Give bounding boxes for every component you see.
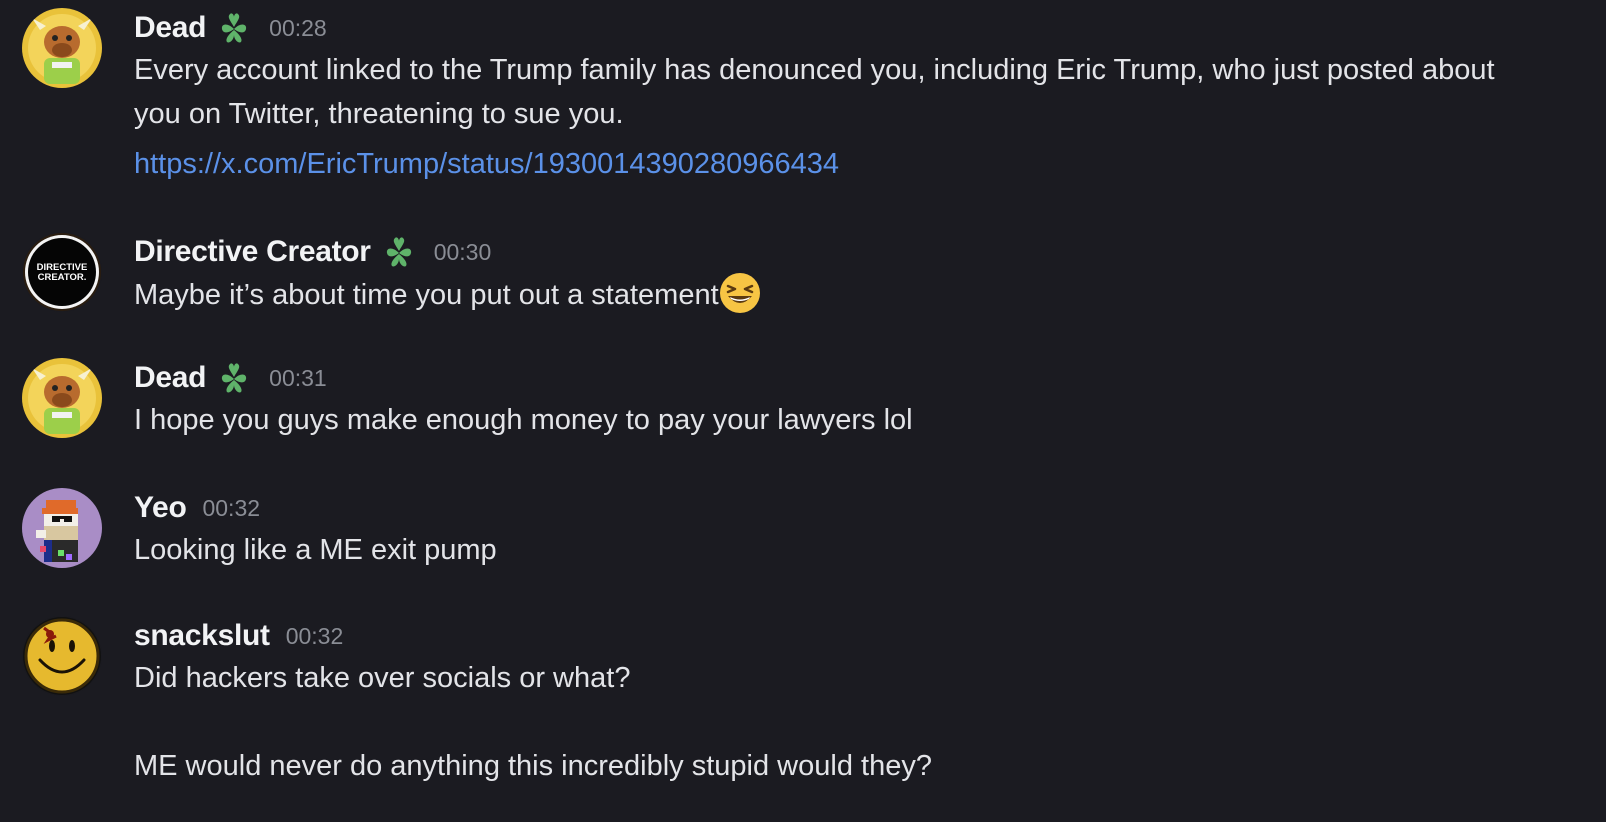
message-header: Dead 00:28 — [134, 8, 327, 48]
message-link[interactable]: https://x.com/EricTrump/status/193001439… — [134, 142, 1534, 186]
leaf-heart-icon[interactable] — [380, 233, 418, 271]
message-header: snackslut 00:32 — [134, 616, 343, 656]
message-text: Looking like a ME exit pump — [134, 534, 497, 566]
user-avatar[interactable]: DIRECTIVE CREATOR. — [22, 232, 102, 312]
message-header: Dead 00:31 — [134, 358, 327, 398]
timestamp[interactable]: 00:31 — [269, 365, 327, 392]
smiley-avatar-icon — [22, 616, 102, 696]
message-content: Every account linked to the Trump family… — [134, 48, 1534, 186]
message-text: Maybe it’s about time you put out a stat… — [134, 272, 1534, 317]
user-avatar[interactable] — [22, 616, 102, 696]
pixel-avatar-icon — [22, 488, 102, 568]
timestamp[interactable]: 00:32 — [202, 495, 260, 522]
timestamp[interactable]: 00:30 — [434, 239, 492, 266]
bull-avatar-icon — [22, 358, 102, 438]
user-avatar[interactable] — [22, 488, 102, 568]
message-text-content: Maybe it’s about time you put out a stat… — [134, 279, 719, 311]
username[interactable]: Dead — [134, 361, 206, 395]
leaf-heart-icon[interactable] — [215, 9, 253, 47]
message-content: I hope you guys make enough money to pay… — [134, 398, 1534, 442]
timestamp[interactable]: 00:32 — [286, 623, 344, 650]
username[interactable]: Dead — [134, 11, 206, 45]
message-text: Did hackers take over socials or what? — [134, 662, 631, 694]
leaf-heart-icon[interactable] — [215, 359, 253, 397]
timestamp[interactable]: 00:28 — [269, 15, 327, 42]
message-content: Looking like a ME exit pump — [134, 528, 1534, 572]
message-text: I hope you guys make enough money to pay… — [134, 404, 913, 436]
username[interactable]: Directive Creator — [134, 235, 371, 269]
message-content: Maybe it’s about time you put out a stat… — [134, 272, 1534, 317]
user-avatar[interactable] — [22, 8, 102, 88]
message-header: Yeo 00:32 — [134, 488, 260, 528]
message-header: Directive Creator 00:30 — [134, 232, 491, 272]
chat-message-list: Dead 00:28 Every account linked to the T… — [0, 0, 1606, 822]
bull-avatar-icon — [22, 8, 102, 88]
logo-line-2: CREATOR. — [38, 272, 87, 283]
username[interactable]: Yeo — [134, 491, 187, 525]
user-avatar[interactable] — [22, 358, 102, 438]
directive-creator-logo-icon: DIRECTIVE CREATOR. — [22, 232, 102, 312]
message-text: ME would never do anything this incredib… — [134, 750, 932, 782]
message-text: Every account linked to the Trump family… — [134, 54, 1495, 130]
laughing-face-emoji-icon — [719, 272, 761, 314]
message-content: Did hackers take over socials or what? M… — [134, 656, 1534, 788]
username[interactable]: snackslut — [134, 619, 270, 653]
